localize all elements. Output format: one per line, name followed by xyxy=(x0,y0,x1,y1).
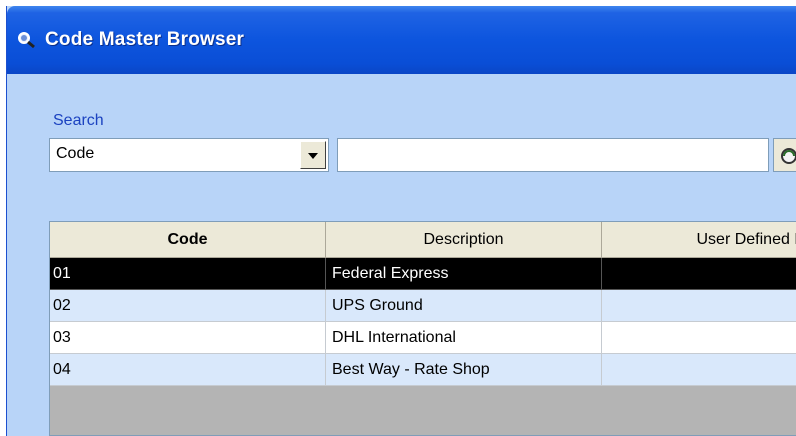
code-master-browser-window: Code Master Browser Search Code Code Des… xyxy=(6,6,796,436)
table-row[interactable]: 03 DHL International xyxy=(50,322,796,354)
search-field-value: Code xyxy=(56,145,95,162)
table-row[interactable]: 04 Best Way - Rate Shop xyxy=(50,354,796,386)
search-label: Search xyxy=(53,112,104,129)
window-title: Code Master Browser xyxy=(45,29,245,50)
cell-description: Federal Express xyxy=(326,258,602,290)
search-field-combo[interactable]: Code xyxy=(49,138,329,172)
search-globe-icon xyxy=(781,148,796,164)
code-grid[interactable]: Code Description User Defined K 01 Feder… xyxy=(49,221,796,436)
column-header-code[interactable]: Code xyxy=(50,222,326,258)
cell-user-defined xyxy=(602,290,796,322)
cell-code: 01 xyxy=(50,258,326,290)
cell-user-defined xyxy=(602,258,796,290)
column-header-user-defined[interactable]: User Defined K xyxy=(602,222,796,258)
search-button[interactable] xyxy=(773,138,796,172)
cell-description: DHL International xyxy=(326,322,602,354)
cell-code: 03 xyxy=(50,322,326,354)
cell-description: UPS Ground xyxy=(326,290,602,322)
cell-user-defined xyxy=(602,322,796,354)
title-bar[interactable]: Code Master Browser xyxy=(7,6,796,74)
cell-description: Best Way - Rate Shop xyxy=(326,354,602,386)
column-header-description[interactable]: Description xyxy=(326,222,602,258)
table-row[interactable]: 02 UPS Ground xyxy=(50,290,796,322)
table-row[interactable]: 01 Federal Express xyxy=(50,258,796,290)
magnifier-icon xyxy=(18,32,35,49)
dropdown-button[interactable] xyxy=(300,141,326,169)
cell-code: 04 xyxy=(50,354,326,386)
search-input[interactable] xyxy=(337,138,769,172)
chevron-down-icon xyxy=(308,153,318,159)
cell-user-defined xyxy=(602,354,796,386)
cell-code: 02 xyxy=(50,290,326,322)
